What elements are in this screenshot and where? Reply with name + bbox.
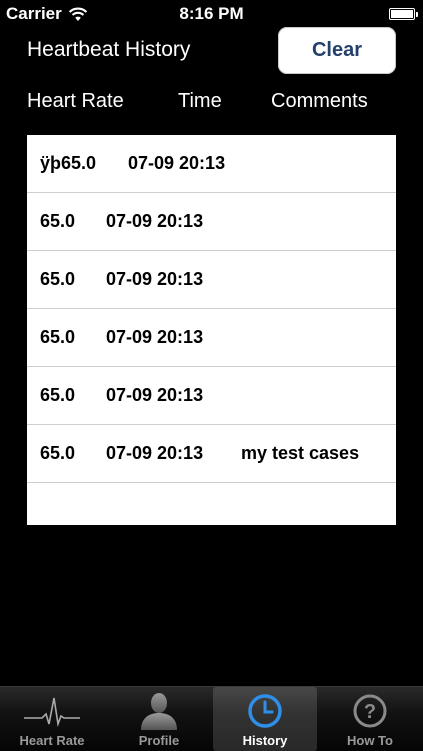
history-clock-icon <box>248 694 282 728</box>
battery-icon <box>389 8 418 20</box>
heart-rate-value: 65.0 <box>40 327 76 347</box>
nav-header: Heartbeat History Clear <box>0 26 423 76</box>
help-icon: ? <box>353 694 387 728</box>
wifi-icon <box>68 7 87 21</box>
tab-heart-rate[interactable]: Heart Rate <box>0 687 104 751</box>
time-value: 07-09 20:13 <box>106 327 204 347</box>
status-bar: Carrier 8:16 PM <box>0 0 423 28</box>
column-comments: Comments <box>271 90 368 112</box>
svg-text:?: ? <box>364 701 376 723</box>
empty-row <box>27 483 396 540</box>
comment-value: my test cases <box>241 443 360 463</box>
carrier-label: Carrier <box>6 4 62 23</box>
profile-icon <box>141 693 177 730</box>
heart-rate-value: 65.0 <box>40 211 76 231</box>
table-row[interactable]: 65.0 07-09 20:13 my test cases <box>27 425 396 483</box>
tab-label: How To <box>347 733 393 748</box>
column-headers: Heart Rate Time Comments <box>0 90 423 116</box>
tab-label: Profile <box>138 733 180 748</box>
table-row[interactable]: ÿþ65.0 07-09 20:13 <box>27 135 396 193</box>
time-value: 07-09 20:13 <box>106 443 204 463</box>
history-table: ÿþ65.0 07-09 20:13 65.0 07-09 20:13 65.0… <box>27 135 396 525</box>
time-value: 07-09 20:13 <box>106 211 204 231</box>
table-row[interactable]: 65.0 07-09 20:13 <box>27 193 396 251</box>
table-row[interactable]: 65.0 07-09 20:13 <box>27 309 396 367</box>
heart-rate-value: 65.0 <box>40 443 76 463</box>
heart-rate-value: 65.0 <box>40 269 76 289</box>
status-left: Carrier <box>0 4 88 24</box>
clear-button[interactable]: Clear <box>278 27 396 74</box>
page-title: Heartbeat History <box>27 38 191 61</box>
time-value: 07-09 20:13 <box>128 153 226 173</box>
tab-history[interactable]: History <box>213 687 317 751</box>
column-time: Time <box>178 90 222 112</box>
time-value: 07-09 20:13 <box>106 385 204 405</box>
tab-label: Heart Rate <box>19 733 85 748</box>
table-row[interactable]: 65.0 07-09 20:13 <box>27 251 396 309</box>
tab-how-to[interactable]: ? How To <box>318 687 422 751</box>
tab-profile[interactable]: Profile <box>107 687 211 751</box>
heart-rate-value: ÿþ65.0 <box>40 153 97 173</box>
heart-rate-value: 65.0 <box>40 385 76 405</box>
tab-label: History <box>242 733 288 748</box>
table-row[interactable]: 65.0 07-09 20:13 <box>27 367 396 425</box>
time-value: 07-09 20:13 <box>106 269 204 289</box>
tab-bar: Heart Rate Profile History ? How To <box>0 686 423 751</box>
column-heart-rate: Heart Rate <box>27 90 124 112</box>
heart-rate-icon <box>24 697 80 728</box>
